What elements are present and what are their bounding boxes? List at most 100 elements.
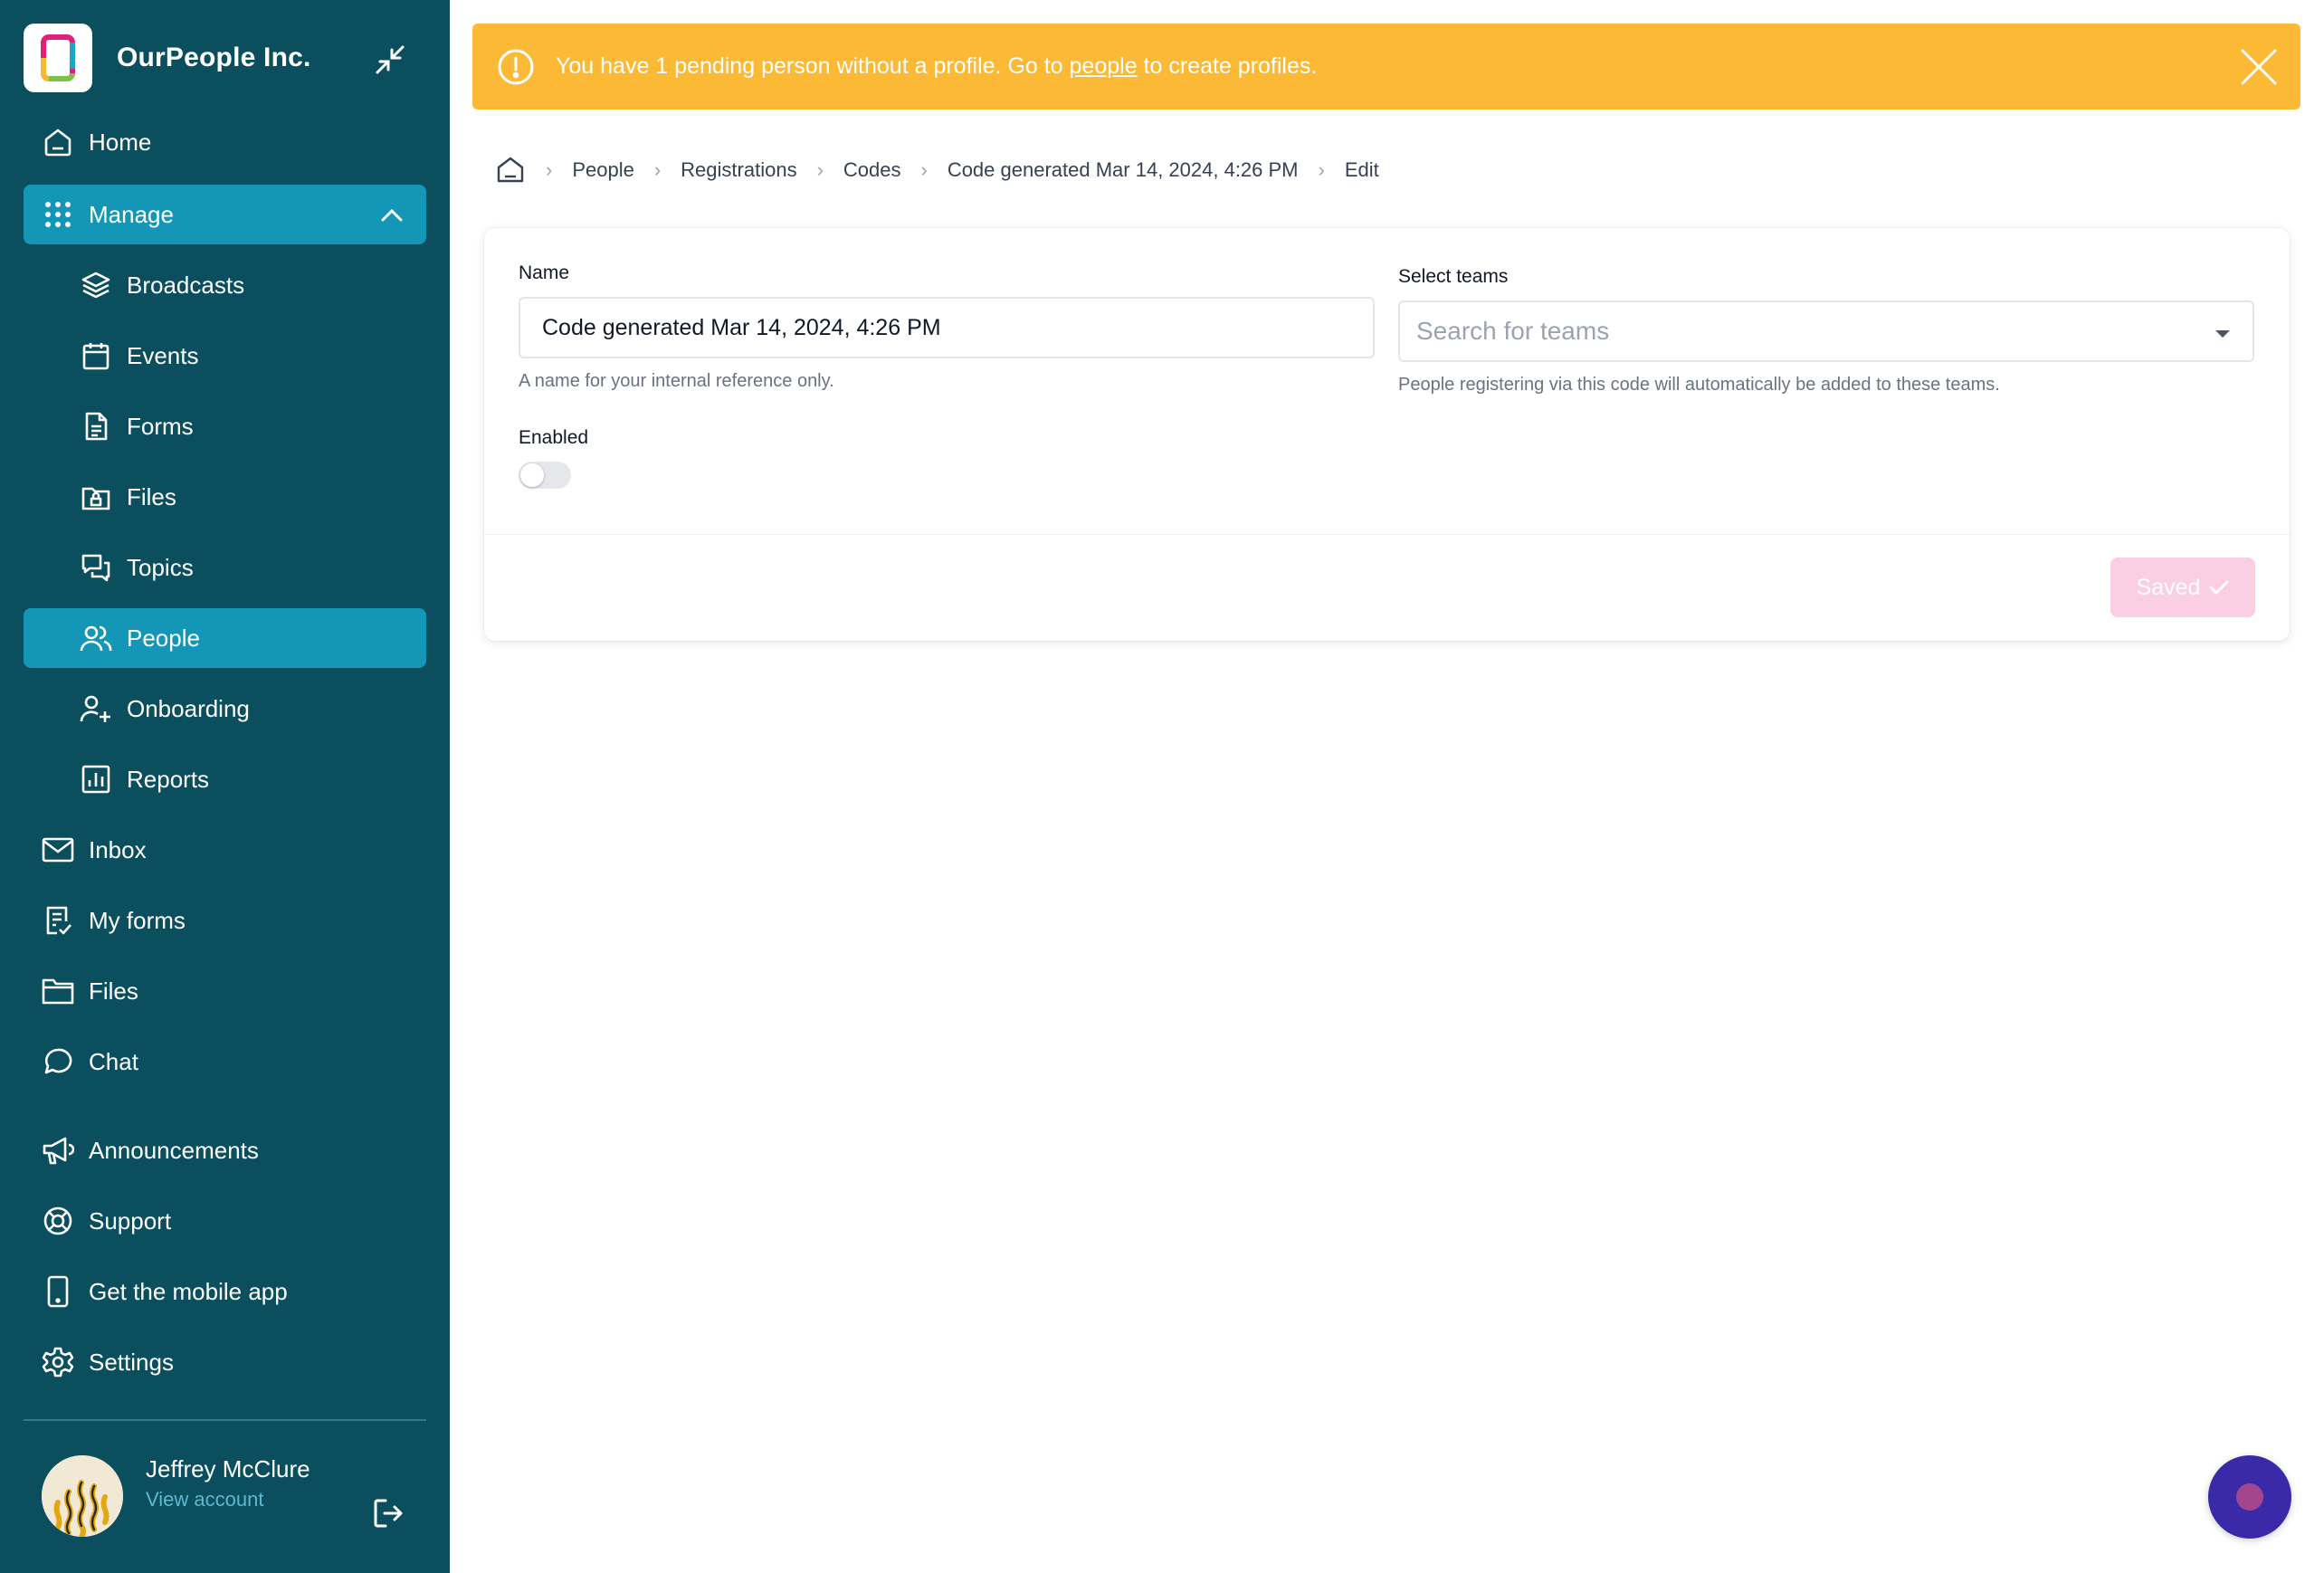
sidebar-item-support[interactable]: Support xyxy=(24,1191,426,1251)
megaphone-icon xyxy=(40,1132,76,1168)
chevron-right-icon: › xyxy=(920,158,928,181)
sidebar-item-label: Manage xyxy=(89,200,174,228)
brand-name: OurPeople Inc. xyxy=(117,43,311,72)
sidebar-item-label: Reports xyxy=(127,765,210,793)
sidebar-item-announcements[interactable]: Announcements xyxy=(24,1120,426,1180)
saved-button-label: Saved xyxy=(2136,574,2201,600)
help-chat-button[interactable] xyxy=(2208,1455,2291,1539)
sidebar-item-label: Settings xyxy=(89,1348,174,1376)
breadcrumb-codes[interactable]: Codes xyxy=(843,158,901,182)
sidebar-item-my-forms[interactable]: My forms xyxy=(24,891,426,950)
avatar[interactable] xyxy=(42,1455,123,1537)
sidebar-item-label: Announcements xyxy=(89,1136,259,1164)
grid-icon xyxy=(40,196,76,233)
chevron-right-icon: › xyxy=(653,158,662,181)
pending-profile-banner: You have 1 pending person without a prof… xyxy=(472,24,2300,110)
sidebar-item-label: Broadcasts xyxy=(127,271,245,299)
enabled-toggle[interactable] xyxy=(519,462,571,489)
account-panel: Jeffrey McClure View account xyxy=(42,1455,422,1542)
sidebar-item-label: My forms xyxy=(89,906,186,934)
form-check-icon xyxy=(40,902,76,939)
logout-button[interactable] xyxy=(370,1495,406,1531)
saved-button[interactable]: Saved xyxy=(2110,558,2255,617)
users-icon xyxy=(78,620,114,656)
teams-label: Select teams xyxy=(1398,266,1509,287)
name-label: Name xyxy=(519,262,570,283)
enabled-label: Enabled xyxy=(519,427,589,448)
sidebar-item-files-manage[interactable]: Files xyxy=(24,467,426,527)
sidebar-item-people[interactable]: People xyxy=(24,608,426,668)
banner-text-prefix: You have 1 pending person without a prof… xyxy=(556,53,1070,79)
sidebar-item-label: Files xyxy=(127,482,176,510)
sidebar-item-events[interactable]: Events xyxy=(24,326,426,386)
name-input[interactable]: Code generated Mar 14, 2024, 4:26 PM xyxy=(519,297,1375,358)
sidebar-item-label: Home xyxy=(89,128,152,156)
close-icon[interactable] xyxy=(2239,47,2279,87)
phone-icon xyxy=(40,1273,76,1310)
collapse-sidebar-button[interactable] xyxy=(372,42,408,78)
breadcrumb-registrations[interactable]: Registrations xyxy=(681,158,796,182)
folder-icon xyxy=(40,973,76,1009)
sidebar-item-manage[interactable]: Manage xyxy=(24,185,426,244)
sidebar-item-reports[interactable]: Reports xyxy=(24,749,426,809)
chevron-right-icon: › xyxy=(1318,158,1325,181)
sidebar-item-label: Support xyxy=(89,1206,172,1235)
sidebar-item-label: People xyxy=(127,624,200,652)
sidebar-item-topics[interactable]: Topics xyxy=(24,538,426,597)
breadcrumb: › People › Registrations › Codes › Code … xyxy=(495,152,1379,188)
document-icon xyxy=(78,408,114,444)
bar-chart-icon xyxy=(78,761,114,797)
caret-down-icon xyxy=(2215,330,2230,338)
layers-icon xyxy=(78,267,114,303)
chevron-right-icon: › xyxy=(816,158,824,181)
chat-bubbles-icon xyxy=(78,549,114,586)
chevron-right-icon: › xyxy=(546,158,553,181)
view-account-link[interactable]: View account xyxy=(146,1488,263,1511)
name-hint: A name for your internal reference only. xyxy=(519,371,834,391)
sidebar-item-files[interactable]: Files xyxy=(24,961,426,1021)
locked-folder-icon xyxy=(78,479,114,515)
teams-hint: People registering via this code will au… xyxy=(1398,375,2000,395)
sidebar: OurPeople Inc. Home Manage Broadcasts Ev… xyxy=(0,0,450,1573)
sidebar-item-forms[interactable]: Forms xyxy=(24,396,426,456)
calendar-icon xyxy=(78,338,114,374)
sidebar-item-chat[interactable]: Chat xyxy=(24,1032,426,1092)
alert-circle-icon xyxy=(498,49,534,84)
sidebar-item-settings[interactable]: Settings xyxy=(24,1332,426,1392)
check-icon xyxy=(2209,580,2229,595)
lifebuoy-icon xyxy=(40,1203,76,1239)
account-name: Jeffrey McClure xyxy=(146,1455,310,1482)
sidebar-item-label: Get the mobile app xyxy=(89,1277,288,1305)
brand-logo-icon xyxy=(24,24,92,92)
sidebar-item-label: Topics xyxy=(127,553,194,581)
sidebar-item-label: Chat xyxy=(89,1047,138,1075)
breadcrumb-people[interactable]: People xyxy=(572,158,634,182)
sidebar-item-inbox[interactable]: Inbox xyxy=(24,820,426,880)
gear-icon xyxy=(40,1344,76,1380)
user-plus-icon xyxy=(78,691,114,727)
card-divider xyxy=(484,534,2290,535)
brand: OurPeople Inc. xyxy=(24,24,426,92)
teams-select[interactable]: Search for teams xyxy=(1398,300,2254,362)
sidebar-item-broadcasts[interactable]: Broadcasts xyxy=(24,255,426,315)
breadcrumb-code[interactable]: Code generated Mar 14, 2024, 4:26 PM xyxy=(948,158,1299,182)
sidebar-item-home[interactable]: Home xyxy=(24,112,426,172)
toggle-knob xyxy=(520,463,544,487)
home-icon xyxy=(40,124,76,160)
teams-placeholder: Search for teams xyxy=(1416,317,1610,345)
collapse-icon xyxy=(376,45,405,74)
sidebar-item-onboarding[interactable]: Onboarding xyxy=(24,679,426,739)
logout-icon xyxy=(374,1499,403,1528)
chat-icon xyxy=(40,1044,76,1080)
banner-people-link[interactable]: people xyxy=(1070,53,1138,79)
chat-launcher-icon xyxy=(2236,1483,2263,1511)
sidebar-item-label: Forms xyxy=(127,412,194,440)
breadcrumb-edit: Edit xyxy=(1344,158,1379,181)
chevron-up-icon xyxy=(379,203,405,234)
sidebar-item-mobile-app[interactable]: Get the mobile app xyxy=(24,1262,426,1321)
banner-message: You have 1 pending person without a prof… xyxy=(556,53,1317,80)
sidebar-item-label: Events xyxy=(127,341,199,369)
home-icon[interactable] xyxy=(495,155,526,186)
edit-code-card: Name Code generated Mar 14, 2024, 4:26 P… xyxy=(484,228,2290,641)
sidebar-divider xyxy=(24,1419,426,1421)
